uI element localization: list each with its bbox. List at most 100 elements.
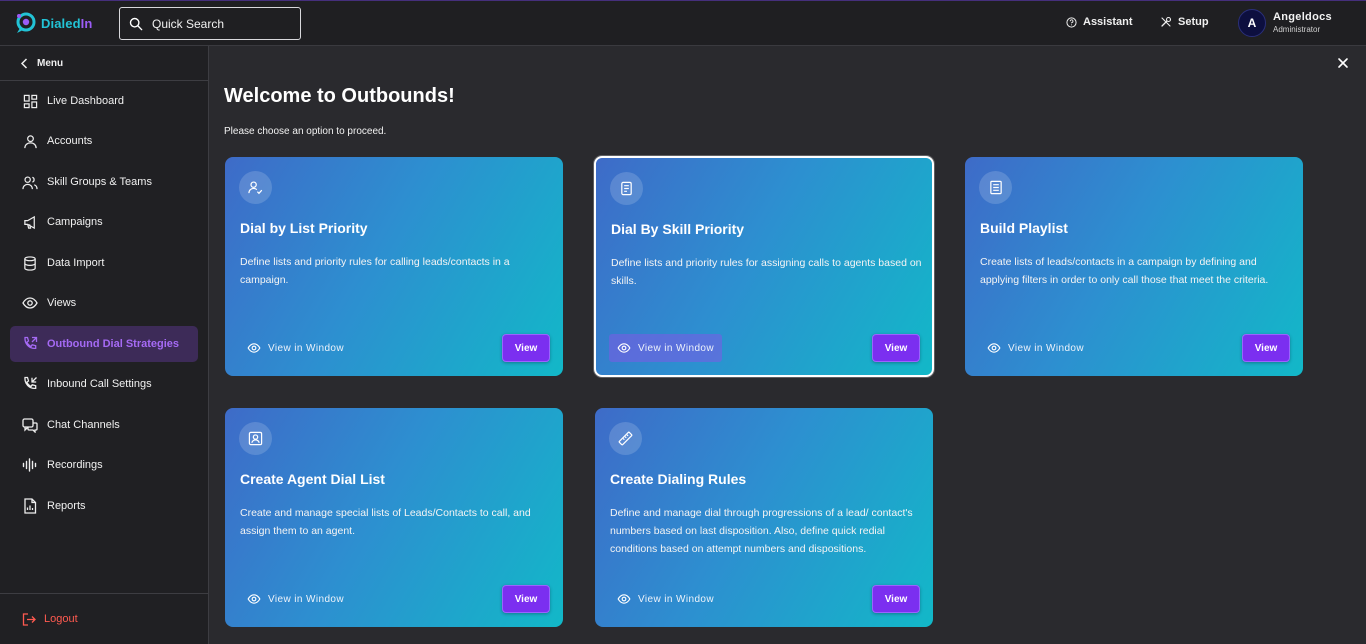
option-card-build-playlist[interactable]: Build Playlist Create lists of leads/con… [965, 157, 1303, 376]
view-in-window-label: View in Window [638, 593, 715, 605]
sidebar-item-label: Chat Channels [47, 419, 120, 431]
waveform-icon [22, 457, 38, 473]
sidebar-item-label: Campaigns [47, 216, 103, 228]
sidebar-item-label: Reports [47, 500, 86, 512]
view-button[interactable]: View [502, 334, 550, 362]
view-in-window-button[interactable]: View in Window [239, 334, 352, 362]
help-circle-icon [1066, 16, 1077, 28]
view-button[interactable]: View [872, 585, 920, 613]
view-in-window-label: View in Window [268, 342, 345, 354]
list-icon [979, 171, 1012, 204]
card-title: Create Dialing Rules [610, 471, 747, 487]
page-title: Welcome to Outbounds! [224, 85, 455, 107]
card-description: Define lists and priority rules for call… [240, 256, 510, 286]
contact-card-icon [239, 422, 272, 455]
view-in-window-button[interactable]: View in Window [239, 585, 352, 613]
sidebar-item-label: Skill Groups & Teams [47, 176, 152, 188]
sidebar-item-reports[interactable]: Reports [10, 488, 198, 524]
card-description: Create and manage special lists of Leads… [240, 507, 531, 537]
chevron-left-icon [20, 57, 28, 69]
dashboard-icon [22, 93, 38, 109]
user-check-icon [239, 171, 272, 204]
quick-search-box[interactable]: Quick Search [119, 7, 301, 40]
view-in-window-button[interactable]: View in Window [979, 334, 1092, 362]
sidebar-item-label: Outbound Dial Strategies [47, 338, 180, 350]
card-title: Create Agent Dial List [240, 471, 385, 487]
page-subtitle: Please choose an option to proceed. [224, 126, 387, 137]
sidebar-item-accounts[interactable]: Accounts [10, 123, 198, 159]
app-logo[interactable]: DialedIn [14, 11, 92, 35]
setup-label: Setup [1178, 16, 1209, 28]
eye-icon [987, 343, 1001, 353]
sidebar-item-skill-groups[interactable]: Skill Groups & Teams [10, 164, 198, 200]
user-info: Angeldocs Administrator [1273, 11, 1332, 35]
logo-accent-text: In [80, 15, 93, 31]
ruler-icon [609, 422, 642, 455]
card-title: Dial By Skill Priority [611, 221, 745, 237]
user-icon [22, 133, 38, 149]
card-description: Define lists and priority rules for assi… [611, 257, 922, 287]
logout-button[interactable]: Logout [0, 593, 208, 644]
assistant-button[interactable]: Assistant [1066, 16, 1133, 28]
eye-icon [247, 343, 261, 353]
sidebar-item-outbound-dial-strategies[interactable]: Outbound Dial Strategies [10, 326, 198, 362]
view-in-window-label: View in Window [1008, 342, 1085, 354]
logo-text: DialedIn [41, 16, 92, 31]
search-icon [129, 17, 143, 30]
eye-icon [617, 594, 631, 604]
document-icon [610, 172, 643, 205]
close-icon [1338, 58, 1348, 68]
option-card-dial-by-list-priority[interactable]: Dial by List Priority Define lists and p… [225, 157, 563, 376]
phone-incoming-icon [22, 376, 38, 392]
card-title: Build Playlist [980, 220, 1068, 236]
assistant-label: Assistant [1083, 16, 1133, 28]
users-icon [22, 174, 38, 190]
view-button[interactable]: View [872, 334, 920, 362]
logout-label: Logout [44, 613, 78, 625]
sidebar: Menu Live Dashboard Accounts Skill Group… [0, 46, 209, 644]
card-title: Dial by List Priority [240, 220, 368, 236]
user-menu[interactable]: A Angeldocs Administrator [1238, 9, 1332, 37]
view-in-window-button[interactable]: View in Window [609, 334, 723, 362]
sidebar-item-label: Live Dashboard [47, 95, 125, 107]
logo-main-text: Dialed [41, 15, 81, 31]
sidebar-item-live-dashboard[interactable]: Live Dashboard [10, 83, 198, 119]
logo-icon [16, 12, 36, 33]
sidebar-item-inbound-call-settings[interactable]: Inbound Call Settings [10, 366, 198, 402]
view-button[interactable]: View [502, 585, 550, 613]
phone-outgoing-icon [22, 336, 38, 352]
sidebar-item-chat-channels[interactable]: Chat Channels [10, 407, 198, 443]
user-name: Angeldocs [1273, 11, 1332, 23]
close-button[interactable] [1336, 56, 1350, 70]
search-label: Quick Search [152, 16, 225, 31]
menu-collapse-button[interactable]: Menu [0, 46, 208, 81]
logout-icon [22, 612, 36, 626]
setup-button[interactable]: Setup [1160, 16, 1209, 28]
sidebar-item-recordings[interactable]: Recordings [10, 447, 198, 483]
sidebar-item-label: Accounts [47, 135, 93, 147]
tools-icon [1161, 16, 1172, 27]
view-in-window-label: View in Window [638, 342, 715, 354]
sidebar-item-data-import[interactable]: Data Import [10, 245, 198, 281]
megaphone-icon [22, 214, 38, 230]
avatar: A [1238, 9, 1266, 37]
option-card-create-dialing-rules[interactable]: Create Dialing Rules Define and manage d… [595, 408, 933, 627]
chat-icon [22, 417, 38, 433]
report-icon [22, 498, 38, 514]
eye-icon [617, 343, 631, 353]
sidebar-item-campaigns[interactable]: Campaigns [10, 204, 198, 240]
view-button[interactable]: View [1242, 334, 1290, 362]
eye-icon [22, 295, 38, 311]
sidebar-item-views[interactable]: Views [10, 285, 198, 321]
view-in-window-button[interactable]: View in Window [609, 585, 722, 613]
sidebar-item-label: Views [47, 297, 77, 309]
card-description: Create lists of leads/contacts in a camp… [980, 256, 1269, 286]
card-description: Define and manage dial through progressi… [610, 507, 913, 555]
sidebar-item-label: Data Import [47, 257, 105, 269]
option-card-dial-by-skill-priority[interactable]: Dial By Skill Priority Define lists and … [594, 156, 934, 377]
user-role: Administrator [1273, 25, 1321, 34]
option-card-create-agent-dial-list[interactable]: Create Agent Dial List Create and manage… [225, 408, 563, 627]
sidebar-item-label: Inbound Call Settings [47, 378, 152, 390]
top-accent-line [0, 0, 1366, 1]
sidebar-item-label: Recordings [47, 459, 103, 471]
